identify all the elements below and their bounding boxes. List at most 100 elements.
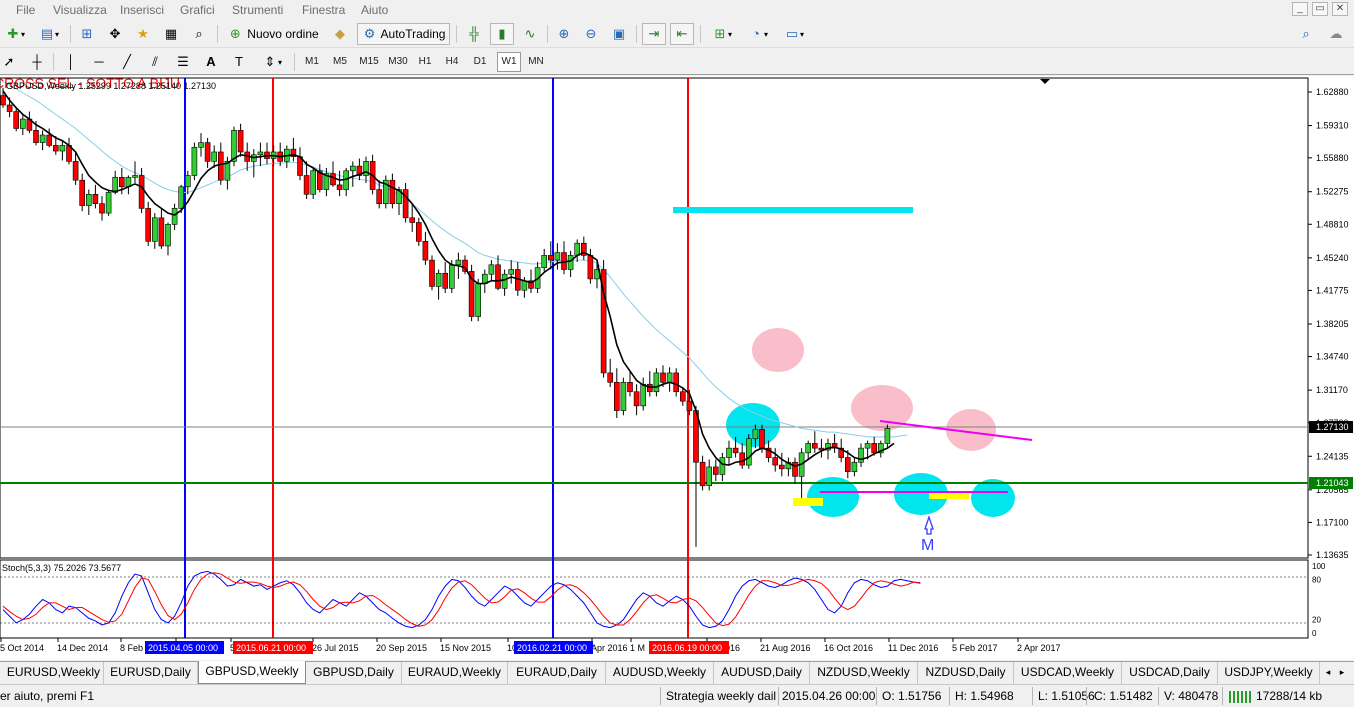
candlestick-button[interactable]: ▮	[490, 23, 514, 45]
vertical-line-button[interactable]: │	[60, 51, 82, 73]
tabs-scroll-right-icon[interactable]: ▸	[1336, 662, 1348, 684]
stoch-tick-label: 20	[1312, 616, 1321, 625]
tab-gbpusd-weekly[interactable]: GBPUSD,Weekly	[198, 661, 306, 684]
bear-candle	[303, 175, 310, 195]
data-window-button[interactable]: ✥	[104, 23, 126, 45]
date-tick-label: 1 M	[630, 643, 645, 653]
bar-chart-icon: ╬	[469, 26, 479, 41]
tab-gbpusd-daily[interactable]: GBPUSD,Daily	[306, 662, 402, 684]
arrows-button[interactable]: ⇕ ▾	[256, 51, 288, 73]
periods-button[interactable]: ◔ ▾	[742, 23, 774, 45]
cursor-icon: ➚	[3, 54, 15, 69]
tab-eurusd-daily[interactable]: EURUSD,Daily	[104, 662, 198, 684]
tab-usdjpy-weekly[interactable]: USDJPY,Weekly	[1218, 662, 1320, 684]
search-button[interactable]: ⌕	[1295, 23, 1317, 45]
templates-button[interactable]: ▭ ▾	[778, 23, 810, 45]
price-chart[interactable]: 1.62880 1.59310 1.55880 1.52275 1.48810 1.452…	[0, 76, 1354, 660]
bull-candle	[191, 146, 198, 176]
minimize-button[interactable]: _	[1292, 2, 1308, 16]
trendline-icon: ╱	[123, 54, 131, 69]
bull-candle	[620, 382, 627, 411]
tab-euraud-daily[interactable]: EURAUD,Daily	[508, 662, 606, 684]
tab-usdcad-daily[interactable]: USDCAD,Daily	[1122, 662, 1218, 684]
menu-finestra[interactable]: Finestra	[302, 3, 345, 17]
tab-usdcad-weekly[interactable]: USDCAD,Weekly	[1014, 662, 1122, 684]
close-button[interactable]: ✕	[1332, 2, 1348, 16]
autotrading-button[interactable]: ⚙ AutoTrading	[357, 23, 450, 45]
chart-window[interactable]: 1.62880 1.59310 1.55880 1.52275 1.48810 1.452…	[0, 76, 1354, 660]
bull-candle	[211, 151, 217, 162]
zoom-out-button[interactable]: ⊖	[580, 23, 602, 45]
timeframe-m15[interactable]: M15	[356, 52, 382, 72]
horizontal-line-button[interactable]: ─	[88, 51, 110, 73]
profiles-button[interactable]: ▤ ▾	[34, 23, 64, 45]
bear-candle	[6, 104, 13, 112]
chart-shift-button[interactable]: ⇤	[670, 23, 694, 45]
menu-visualizza[interactable]: Visualizza	[53, 3, 107, 17]
bear-candle	[158, 217, 165, 247]
chart-header: GBPUSD,Weekly 1.25299 1.27288 1.25140 1.…	[6, 81, 216, 91]
restore-button[interactable]: ▭	[1312, 2, 1328, 16]
bar-chart-button[interactable]: ╬	[463, 23, 485, 45]
cursor-button[interactable]: ➚	[0, 51, 18, 73]
tab-audusd-weekly[interactable]: AUDUSD,Weekly	[606, 662, 714, 684]
market-watch-button[interactable]: ⊞	[76, 23, 98, 45]
new-chart-button[interactable]: ✚ ▾	[0, 23, 30, 45]
chat-button[interactable]: ☁	[1323, 23, 1349, 45]
terminal-button[interactable]: ▦	[160, 23, 182, 45]
tab-nzdusd-daily[interactable]: NZDUSD,Daily	[918, 662, 1014, 684]
menu-file[interactable]: File	[16, 3, 35, 17]
crosshair-button[interactable]: ┼	[26, 51, 48, 73]
bull-candle	[475, 283, 482, 317]
tile-windows-button[interactable]: ▣	[608, 23, 630, 45]
timeframe-w1[interactable]: W1	[497, 52, 521, 72]
tab-nzdusd-weekly[interactable]: NZDUSD,Weekly	[810, 662, 918, 684]
price-tick-label: 1.13635	[1316, 550, 1349, 560]
timeframe-d1[interactable]: D1	[469, 52, 491, 72]
navigator-button[interactable]: ★	[132, 23, 154, 45]
bull-candle	[706, 466, 713, 487]
menu-aiuto[interactable]: Aiuto	[361, 3, 388, 17]
timeframe-h4[interactable]: H4	[441, 52, 463, 72]
menu-grafici[interactable]: Grafici	[180, 3, 215, 17]
bear-candle	[422, 241, 429, 261]
menu-inserisci[interactable]: Inserisci	[120, 3, 164, 17]
tab-eurusd-weekly[interactable]: EURUSD,Weekly	[4, 662, 104, 684]
equidistant-channel-button[interactable]: ⫽	[144, 51, 166, 73]
tabs-scroll-left-icon[interactable]: ◂	[1322, 662, 1334, 684]
cyan-zone-1	[726, 403, 780, 447]
timeframe-mn[interactable]: MN	[524, 52, 548, 72]
timeframe-m5[interactable]: M5	[328, 52, 352, 72]
bull-candle	[521, 280, 528, 291]
indicators-button[interactable]: ⊞ ▾	[706, 23, 738, 45]
timeframe-m30[interactable]: M30	[385, 52, 411, 72]
fibonacci-icon: ☰	[177, 54, 189, 69]
stoch-tick-label: 80	[1312, 575, 1321, 584]
zoom-in-button[interactable]: ⊕	[553, 23, 575, 45]
text-button[interactable]: A	[200, 51, 222, 73]
trendline-button[interactable]: ╱	[116, 51, 138, 73]
fibonacci-button[interactable]: ☰	[172, 51, 194, 73]
menu-strumenti[interactable]: Strumenti	[232, 3, 283, 17]
bear-candle	[607, 372, 614, 383]
tab-audusd-daily[interactable]: AUDUSD,Daily	[714, 662, 810, 684]
bear-candle	[739, 452, 746, 466]
date-tick-label: 5 Feb 2017	[952, 643, 998, 653]
bear-candle	[389, 179, 396, 204]
market-watch-icon: ⊞	[81, 26, 93, 41]
metaeditor-button[interactable]: ◆	[329, 23, 351, 45]
bull-candle	[165, 224, 171, 247]
timeframe-h1[interactable]: H1	[414, 52, 436, 72]
autoscroll-button[interactable]: ⇥	[642, 23, 666, 45]
tab-euraud-weekly[interactable]: EURAUD,Weekly	[402, 662, 508, 684]
new-order-button[interactable]: ⊕ Nuovo ordine	[223, 23, 323, 45]
text-label-button[interactable]: T	[228, 51, 250, 73]
bear-candle	[72, 161, 79, 181]
crosshair-tool-icon: ┼	[32, 54, 42, 69]
strategy-tester-button[interactable]: ⌕	[188, 23, 210, 45]
channel-icon: ⫽	[152, 54, 158, 69]
timeframe-m1[interactable]: M1	[300, 52, 324, 72]
line-chart-button[interactable]: ∿	[519, 23, 541, 45]
bull-candle	[435, 272, 442, 287]
status-bar: er aiuto, premi F1 Strategia weekly dail…	[0, 684, 1354, 707]
